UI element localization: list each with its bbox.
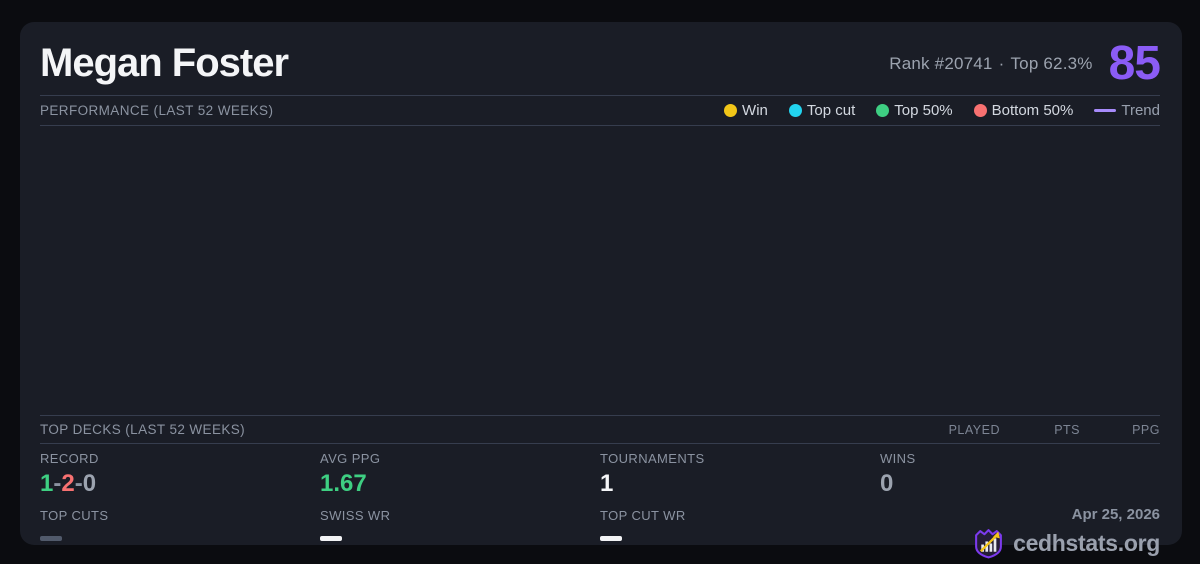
swiss-wr-label: SWISS WR xyxy=(320,508,391,523)
legend-item-trend[interactable]: Trend xyxy=(1094,102,1160,119)
top-cuts-label: TOP CUTS xyxy=(40,508,109,523)
rank-line: Rank #20741 · Top 62.3% xyxy=(889,54,1092,74)
avg-ppg-value: 1.67 xyxy=(320,470,367,497)
performance-chart xyxy=(40,126,1160,415)
wins-label: WINS xyxy=(880,451,916,466)
performance-header-row: PERFORMANCE (LAST 52 WEEKS) Win Top cut … xyxy=(40,96,1160,125)
rank-separator: · xyxy=(998,53,1005,73)
wins-value: 0 xyxy=(880,470,894,497)
top-decks-header-row: TOP DECKS (LAST 52 WEEKS) PLAYED PTS PPG xyxy=(40,416,1160,443)
record-draws: 0 xyxy=(82,470,97,497)
top-50-dot-icon xyxy=(876,104,890,117)
top-decks-columns: PLAYED PTS PPG xyxy=(920,423,1160,437)
avg-ppg-label: AVG PPG xyxy=(320,451,381,466)
chart-legend: Win Top cut Top 50% Bottom 50% Trend xyxy=(724,102,1160,119)
legend-item-bottom-50[interactable]: Bottom 50% xyxy=(973,102,1074,119)
legend-item-top-cut[interactable]: Top cut xyxy=(788,102,856,119)
rank-text: Rank #20741 xyxy=(889,53,993,73)
legend-item-win[interactable]: Win xyxy=(724,102,768,119)
top-decks-section-title: TOP DECKS (LAST 52 WEEKS) xyxy=(40,422,246,437)
cedhstats-logo-icon xyxy=(975,529,1002,559)
date-label: Apr 25, 2026 xyxy=(1071,506,1160,523)
player-stats-card: Megan Foster Rank #20741 · Top 62.3% 85 PE… xyxy=(20,22,1182,559)
column-header-ppg: PPG xyxy=(1132,422,1160,437)
player-score: 85 xyxy=(1108,37,1161,90)
win-dot-icon xyxy=(724,104,738,117)
percentile-text: Top 62.3% xyxy=(1010,53,1093,73)
stat-col-tournaments: TOURNAMENTS 1 TOP CUT WR xyxy=(600,451,880,560)
stat-col-record: RECORD 1-2-0 TOP CUTS xyxy=(40,451,320,560)
tournaments-value: 1 xyxy=(600,470,614,497)
column-header-pts: PTS xyxy=(1054,422,1080,437)
legend-label: Top cut xyxy=(806,102,856,119)
record-separator: - xyxy=(74,470,83,497)
stat-col-wins: WINS 0 Apr 25, 2026 cedhstats.org xyxy=(880,451,1160,560)
record-label: RECORD xyxy=(40,451,99,466)
brand-name: cedhstats.org xyxy=(1013,530,1160,556)
top-cut-wr-empty-value xyxy=(600,536,622,541)
stats-grid: RECORD 1-2-0 TOP CUTS AVG PPG 1.67 SWISS… xyxy=(40,444,1160,560)
trend-line-icon xyxy=(1094,109,1117,112)
swiss-wr-empty-value xyxy=(320,536,342,541)
legend-label: Trend xyxy=(1121,102,1160,119)
record-wins: 1 xyxy=(40,470,54,497)
bottom-50-dot-icon xyxy=(973,104,987,117)
legend-label: Bottom 50% xyxy=(991,102,1074,119)
brand-link[interactable]: cedhstats.org xyxy=(880,527,1160,560)
legend-item-top-50[interactable]: Top 50% xyxy=(876,102,953,119)
tournaments-label: TOURNAMENTS xyxy=(600,451,705,466)
stat-col-avg-ppg: AVG PPG 1.67 SWISS WR xyxy=(320,451,600,560)
legend-label: Top 50% xyxy=(894,102,953,119)
top-cuts-empty-value xyxy=(40,536,62,541)
record-losses: 2 xyxy=(61,470,75,497)
top-cut-dot-icon xyxy=(788,104,802,117)
top-cut-wr-label: TOP CUT WR xyxy=(600,508,686,523)
header-right: Rank #20741 · Top 62.3% 85 xyxy=(889,36,1161,91)
performance-section-title: PERFORMANCE (LAST 52 WEEKS) xyxy=(40,103,274,118)
player-name: Megan Foster xyxy=(40,41,289,85)
column-header-played: PLAYED xyxy=(948,422,1000,437)
legend-label: Win xyxy=(742,102,768,119)
card-header: Megan Foster Rank #20741 · Top 62.3% 85 xyxy=(40,32,1161,95)
record-value: 1-2-0 xyxy=(40,470,320,498)
